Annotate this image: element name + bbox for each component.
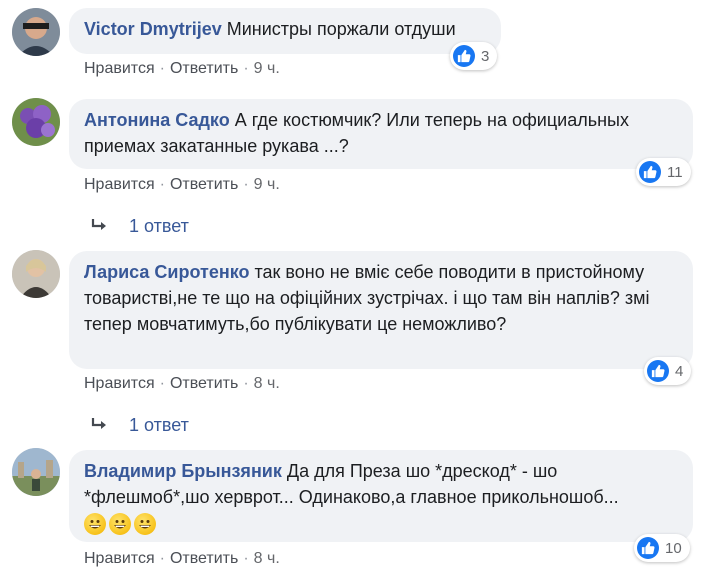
thumbs-up-icon [647, 360, 669, 382]
reaction-number: 11 [667, 163, 683, 181]
reply-link[interactable]: Ответить [170, 176, 238, 193]
thumbs-up-icon [639, 161, 661, 183]
reply-arrow-icon [91, 418, 106, 429]
reply-arrow-icon [91, 219, 106, 230]
separator: · [159, 375, 165, 392]
avatar[interactable] [12, 98, 60, 146]
grinning-face-icon [109, 513, 131, 536]
emoji-row [84, 512, 677, 538]
separator: · [159, 60, 165, 77]
comment-author[interactable]: Владимир Брынзяник [84, 461, 282, 481]
separator: · [243, 60, 249, 77]
reply-link[interactable]: Ответить [170, 550, 238, 567]
comment-actions: Нравится · Ответить · 8 ч. [84, 374, 280, 394]
like-link[interactable]: Нравится [84, 550, 155, 567]
grinning-face-icon [134, 513, 156, 536]
timestamp[interactable]: 8 ч. [254, 550, 280, 567]
comment-bubble: Владимир Брынзяник Да для Преза шо *дрес… [69, 450, 693, 542]
thumbs-up-icon [453, 45, 475, 67]
separator: · [243, 176, 249, 193]
reaction-count[interactable]: 11 [636, 158, 691, 186]
separator: · [243, 550, 249, 567]
comment-author[interactable]: Victor Dmytrijev [84, 19, 222, 39]
separator: · [243, 375, 249, 392]
avatar[interactable] [12, 448, 60, 496]
timestamp[interactable]: 9 ч. [254, 60, 280, 77]
avatar[interactable] [12, 250, 60, 298]
comment-text: Министры поржали отдуши [226, 19, 456, 39]
view-replies-link[interactable]: 1 ответ [90, 215, 189, 237]
comment-actions: Нравится · Ответить · 9 ч. [84, 175, 280, 195]
reaction-number: 10 [665, 539, 682, 557]
replies-count[interactable]: 1 ответ [129, 215, 189, 237]
reaction-count[interactable]: 4 [644, 357, 692, 385]
reply-link[interactable]: Ответить [170, 60, 238, 77]
reaction-number: 4 [675, 362, 684, 380]
reaction-count[interactable]: 3 [450, 42, 498, 70]
separator: · [159, 550, 165, 567]
comment-author[interactable]: Лариса Сиротенко [84, 262, 249, 282]
separator: · [159, 176, 165, 193]
timestamp[interactable]: 9 ч. [254, 176, 280, 193]
like-link[interactable]: Нравится [84, 60, 155, 77]
comment-author[interactable]: Антонина Садко [84, 110, 230, 130]
comment-bubble: Лариса Сиротенко так воно не вміє себе п… [69, 251, 693, 369]
reply-link[interactable]: Ответить [170, 375, 238, 392]
thumbs-up-icon [637, 537, 659, 559]
like-link[interactable]: Нравится [84, 176, 155, 193]
avatar[interactable] [12, 8, 60, 56]
reaction-count[interactable]: 10 [634, 534, 690, 562]
comment-bubble: Victor Dmytrijev Министры поржали отдуши [69, 8, 501, 54]
comment-actions: Нравится · Ответить · 8 ч. [84, 549, 280, 569]
comment-actions: Нравится · Ответить · 9 ч. [84, 59, 280, 79]
comment-bubble: Антонина Садко А где костюмчик? Или тепе… [69, 99, 693, 169]
timestamp[interactable]: 8 ч. [254, 375, 280, 392]
view-replies-link[interactable]: 1 ответ [90, 414, 189, 436]
grinning-face-icon [84, 513, 106, 536]
replies-count[interactable]: 1 ответ [129, 414, 189, 436]
like-link[interactable]: Нравится [84, 375, 155, 392]
reaction-number: 3 [481, 47, 490, 65]
